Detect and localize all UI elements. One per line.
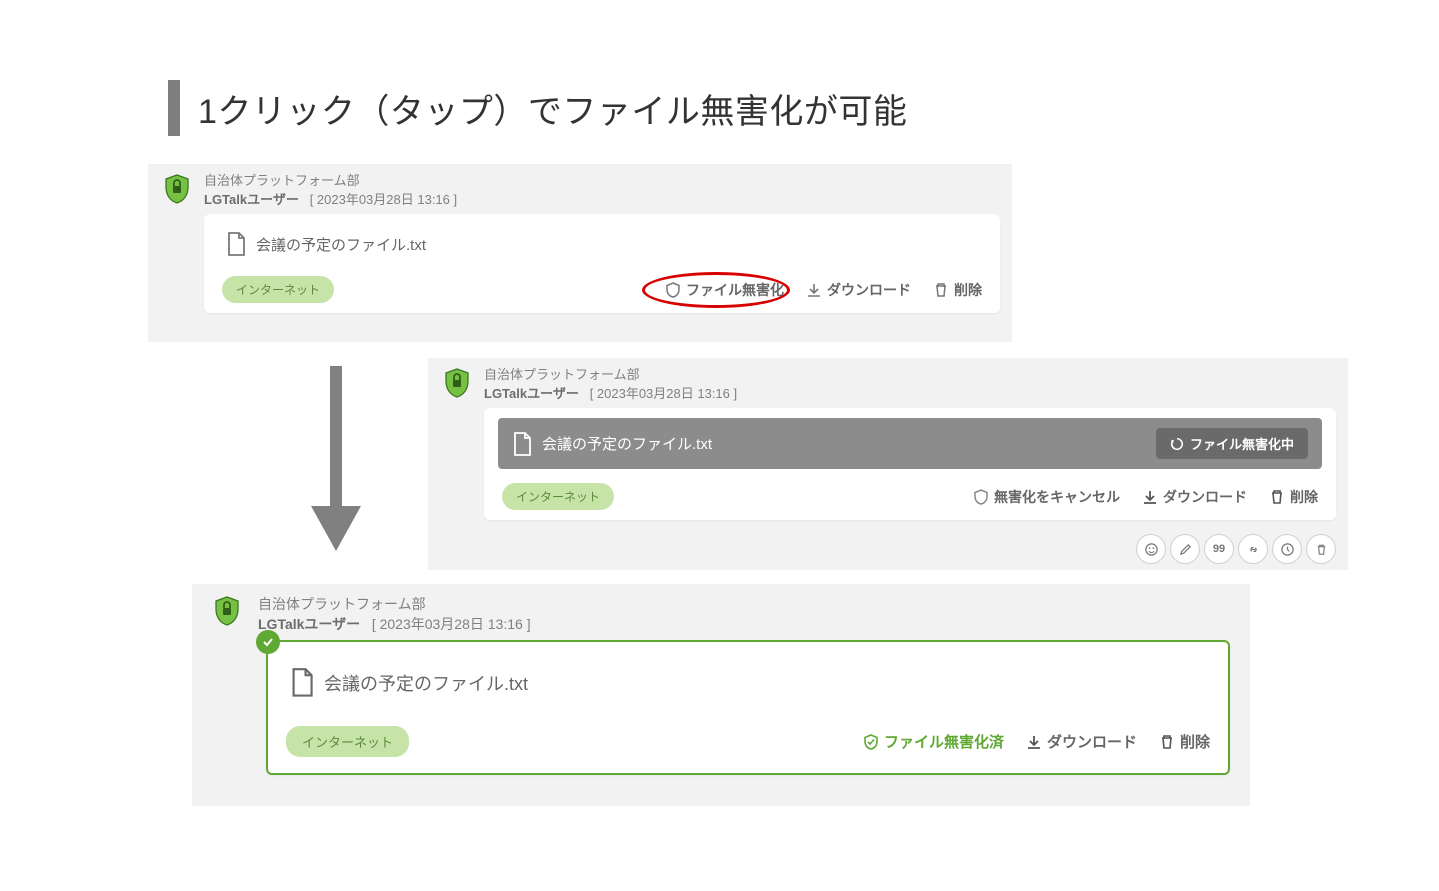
network-badge: インターネット [286, 726, 409, 757]
message-meta: 自治体プラットフォーム部 LGTalkユーザー [ 2023年03月28日 13… [484, 366, 737, 404]
delete-label: 削除 [954, 280, 982, 300]
user-line: LGTalkユーザー [ 2023年03月28日 13:16 ] [258, 614, 531, 634]
file-name: 会議の予定のファイル.txt [324, 670, 528, 696]
delete-button[interactable]: 削除 [1159, 731, 1210, 752]
delete-button[interactable]: 削除 [1269, 487, 1318, 507]
file-actions: ファイル無害化済 ダウンロード 削除 [863, 731, 1210, 752]
action-row: インターネット ファイル無害化済 ダウンロード 削除 [286, 726, 1210, 757]
download-button[interactable]: ダウンロード [1142, 487, 1247, 507]
edit-button[interactable] [1170, 534, 1200, 564]
heading-text: 1クリック（タップ）でファイル無害化が可能 [198, 84, 907, 133]
department-label: 自治体プラットフォーム部 [258, 594, 531, 614]
file-row: 会議の予定のファイル.txt [222, 226, 982, 262]
file-actions: ファイル無害化 ダウンロード 削除 [665, 280, 982, 300]
sanitize-label: ファイル無害化 [686, 280, 784, 300]
download-button[interactable]: ダウンロード [806, 280, 911, 300]
emoji-button[interactable] [1136, 534, 1166, 564]
user-line: LGTalkユーザー [ 2023年03月28日 13:16 ] [484, 385, 737, 404]
file-icon [512, 432, 532, 456]
file-panel: 会議の予定のファイル.txt インターネット ファイル無害化 ダウンロード 削除 [204, 214, 1000, 313]
file-icon [226, 232, 246, 256]
message-meta: 自治体プラットフォーム部 LGTalkユーザー [ 2023年03月28日 13… [204, 172, 457, 210]
user-name: LGTalkユーザー [258, 616, 360, 632]
delete-label: 削除 [1180, 731, 1210, 752]
file-panel-sanitized: 会議の予定のファイル.txt インターネット ファイル無害化済 ダウンロード 削… [266, 640, 1230, 775]
heading-accent-bar [168, 80, 180, 136]
timestamp: [ 2023年03月28日 13:16 ] [310, 192, 457, 207]
flow-arrow-down [296, 356, 376, 556]
action-row: インターネット ファイル無害化 ダウンロード 削除 [222, 276, 982, 303]
user-name: LGTalkユーザー [204, 192, 299, 207]
action-row: インターネット 無害化をキャンセル ダウンロード 削除 [502, 483, 1318, 510]
network-badge: インターネット [222, 276, 334, 303]
message-card-initial: 自治体プラットフォーム部 LGTalkユーザー [ 2023年03月28日 13… [148, 164, 1012, 342]
file-actions: 無害化をキャンセル ダウンロード 削除 [973, 487, 1318, 507]
message-toolbar: 99 [1136, 534, 1336, 564]
spinner-icon [1170, 437, 1184, 451]
file-name: 会議の予定のファイル.txt [256, 234, 426, 255]
avatar-shield-icon [210, 594, 244, 628]
download-label: ダウンロード [1163, 487, 1247, 507]
timestamp: [ 2023年03月28日 13:16 ] [590, 386, 737, 401]
download-label: ダウンロード [827, 280, 911, 300]
sanitized-check-badge [256, 630, 280, 654]
message-meta: 自治体プラットフォーム部 LGTalkユーザー [ 2023年03月28日 13… [258, 594, 531, 635]
file-panel: 会議の予定のファイル.txt ファイル無害化中 インターネット 無害化をキャンセ… [484, 408, 1336, 520]
file-row: 会議の予定のファイル.txt [286, 662, 1210, 704]
sanitize-button[interactable]: ファイル無害化 [665, 280, 784, 300]
file-name: 会議の予定のファイル.txt [542, 433, 712, 454]
user-name: LGTalkユーザー [484, 386, 579, 401]
sanitizing-label: ファイル無害化中 [1190, 434, 1294, 453]
quote-button[interactable]: 99 [1204, 534, 1234, 564]
download-button[interactable]: ダウンロード [1026, 731, 1137, 752]
avatar-shield-icon [440, 366, 474, 400]
sanitized-label: ファイル無害化済 [884, 731, 1004, 752]
history-button[interactable] [1272, 534, 1302, 564]
network-badge: インターネット [502, 483, 614, 510]
download-label: ダウンロード [1047, 731, 1137, 752]
avatar-shield-icon [160, 172, 194, 206]
link-button[interactable] [1238, 534, 1268, 564]
department-label: 自治体プラットフォーム部 [484, 366, 737, 385]
quote-icon: 99 [1213, 543, 1225, 555]
page-heading: 1クリック（タップ）でファイル無害化が可能 [168, 80, 907, 136]
user-line: LGTalkユーザー [ 2023年03月28日 13:16 ] [204, 191, 457, 210]
message-card-sanitized: 自治体プラットフォーム部 LGTalkユーザー [ 2023年03月28日 13… [192, 584, 1250, 806]
timestamp: [ 2023年03月28日 13:16 ] [372, 616, 531, 632]
sanitized-status: ファイル無害化済 [863, 731, 1004, 752]
cancel-sanitize-button[interactable]: 無害化をキャンセル [973, 487, 1120, 507]
department-label: 自治体プラットフォーム部 [204, 172, 457, 191]
trash-button[interactable] [1306, 534, 1336, 564]
delete-button[interactable]: 削除 [933, 280, 982, 300]
message-card-processing: 自治体プラットフォーム部 LGTalkユーザー [ 2023年03月28日 13… [428, 358, 1348, 570]
sanitizing-status-chip: ファイル無害化中 [1156, 428, 1308, 459]
file-row-processing: 会議の予定のファイル.txt ファイル無害化中 [498, 418, 1322, 469]
cancel-sanitize-label: 無害化をキャンセル [994, 487, 1120, 507]
delete-label: 削除 [1290, 487, 1318, 507]
file-icon [290, 668, 314, 698]
